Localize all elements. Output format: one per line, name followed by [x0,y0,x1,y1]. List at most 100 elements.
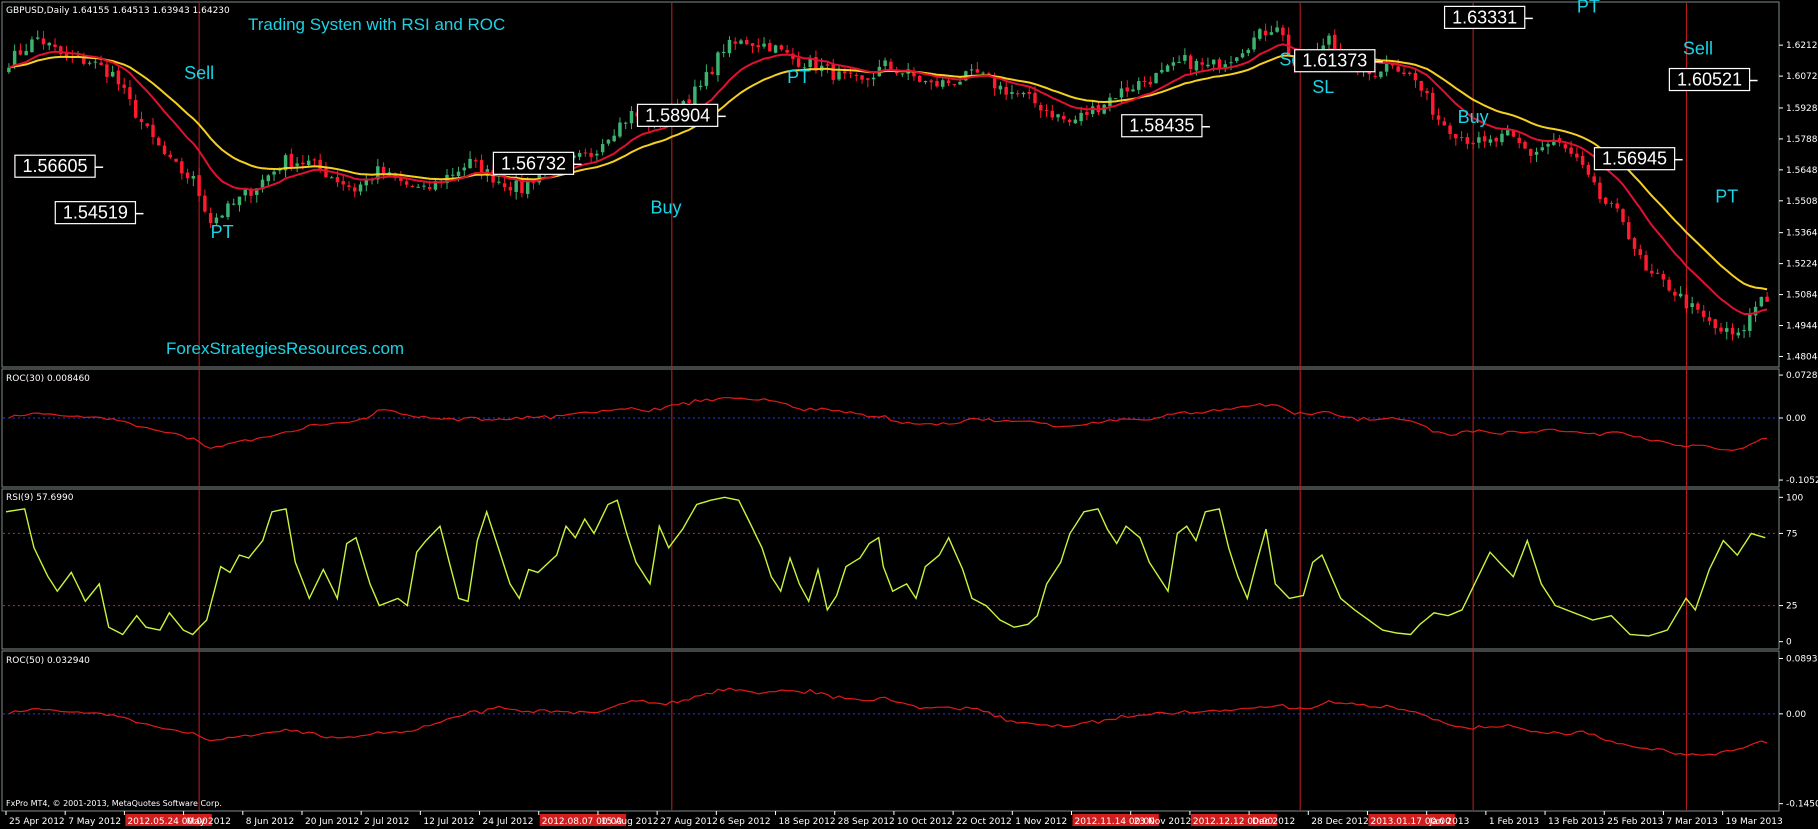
candle-body [462,167,467,171]
chart-title: Trading Systen with RSI and ROC [248,15,505,34]
candle-body [698,85,703,88]
time-tick-label: 8 Jun 2012 [246,817,294,827]
price-candles [7,20,1769,341]
time-tick-label: 10 Oct 2012 [897,817,953,827]
candle-body [185,172,190,179]
candle-body [99,62,103,66]
candle-body [704,72,709,86]
candle-body [1281,27,1285,36]
candle-body [889,61,893,70]
price-tick-label: 1.60720 [1786,72,1818,82]
candle-body [203,195,207,212]
price-callout: 1.61373 [1294,49,1383,73]
candle-body [87,62,92,64]
candle-body [710,71,714,75]
candle-body [133,100,138,118]
candle-body [1517,137,1521,143]
candle-body [1119,88,1124,98]
candle-body [301,162,305,165]
time-tick-label: 6 Sep 2012 [719,817,770,827]
candle-body [854,74,859,76]
candle-body [312,159,317,161]
copyright-text: FxPro MT4, © 2001-2013, MetaQuotes Softw… [6,799,222,808]
candle-body [451,174,455,176]
candle-body [756,45,761,48]
candle-body [1142,81,1147,83]
candle-body [295,163,299,166]
time-tick-label: 19 Mar 2013 [1726,817,1783,827]
signal-label-pt: PT [1577,0,1600,16]
rsi-tick-label: 25 [1786,602,1797,612]
price-callout: 1.56945 [1593,147,1683,171]
candle-body [1258,29,1262,39]
candle-body [952,84,957,86]
price-callout-value: 1.56732 [501,153,566,173]
candle-body [1269,32,1274,35]
roc50-tick-label: 0.00 [1786,710,1806,720]
candle-body [1327,35,1331,45]
candle-body [595,153,599,156]
candle-body [589,152,593,157]
metatrader-chart[interactable]: 1.62120 1.60720 1.59280 1.57880 1.56480 1.550… [0,0,1818,829]
signal-label-pt: PT [787,67,810,87]
candle-body [917,75,922,82]
candle-body [745,39,749,45]
candle-body [1177,61,1181,63]
candle-body [1015,93,1020,95]
candle-body [474,160,478,162]
candle-body [739,40,743,44]
rsi-tick-label: 100 [1786,493,1803,503]
candle-body [1454,134,1458,139]
candle-body [1211,59,1216,65]
candle-body [1436,115,1441,120]
candle-body [1235,57,1239,61]
candle-body [525,182,530,194]
candle-body [1194,60,1199,71]
candle-body [1494,137,1498,142]
price-callout-value: 1.56605 [22,156,87,176]
candle-body [958,81,962,85]
candle-body [1471,142,1475,145]
ma-fast-line [8,43,1768,315]
candle-body [416,186,420,188]
candle-body [1425,90,1429,94]
candle-body [941,80,945,87]
candle-body [1465,137,1470,144]
candle-body [1684,294,1689,309]
candle-body [157,137,161,146]
candle-body [935,80,939,87]
candle-body [1748,313,1752,331]
candle-body [1085,111,1089,115]
price-tick-label: 1.48040 [1786,352,1818,362]
rsi-panel-frame [1,488,1780,650]
candle-body [1627,222,1631,240]
candle-body [1079,112,1083,122]
time-tick-label: 1 Feb 2013 [1489,817,1539,827]
candle-body [1160,70,1164,73]
candle-body [1632,238,1637,249]
price-tick-label: 1.56480 [1786,166,1818,176]
candle-body [975,69,980,73]
candle-body [105,64,109,77]
candle-body [1050,110,1055,118]
candle-body [1402,72,1406,75]
price-callout-value: 1.58904 [645,105,710,125]
candle-body [410,185,415,188]
candle-body [693,86,697,105]
candle-body [1154,72,1158,84]
candle-body [623,122,628,124]
time-tick-label: 1 Nov 2012 [1015,817,1067,827]
candle-body [785,50,789,53]
candle-body [1598,182,1602,199]
candle-body [1678,293,1683,297]
candle-body [47,42,51,46]
candle-body [750,43,755,46]
candle-body [866,78,870,80]
price-tick-label: 1.50840 [1786,291,1818,301]
candle-body [30,39,34,53]
candle-body [1529,148,1533,156]
candle-body [1575,153,1579,158]
candle-body [329,177,334,179]
candle-body [237,196,242,206]
candle-body [1661,274,1666,280]
